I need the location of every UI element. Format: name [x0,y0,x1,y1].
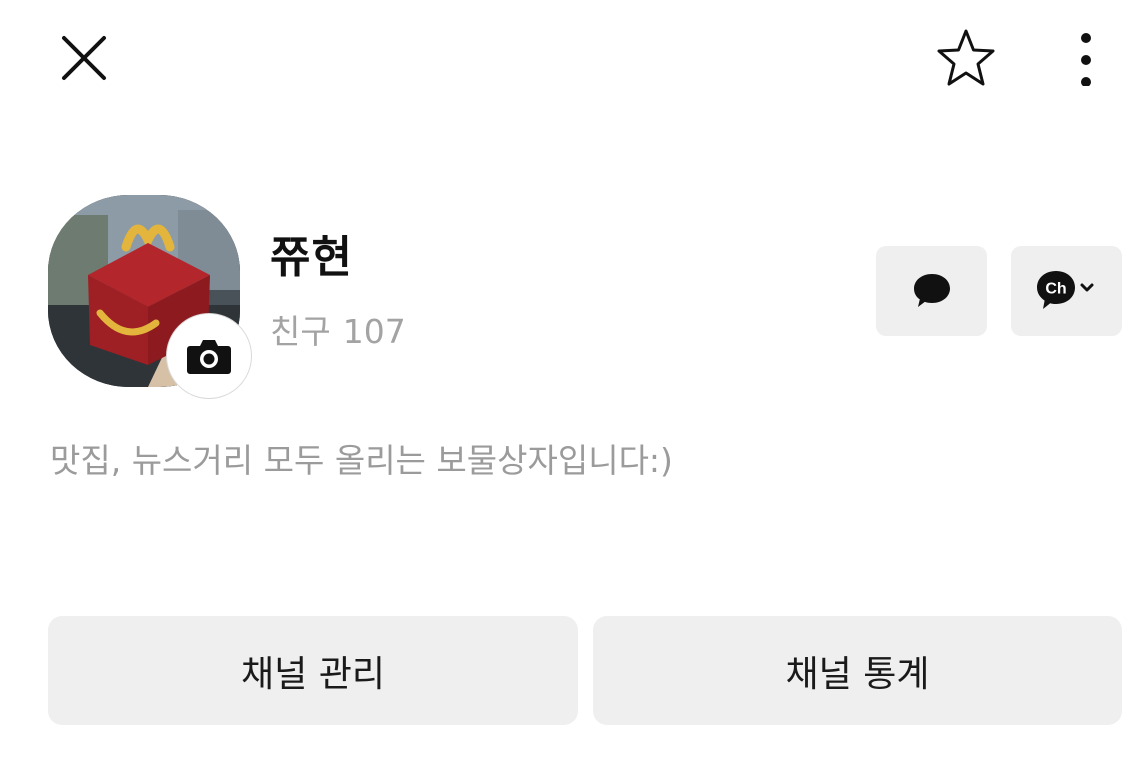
channel-manage-button[interactable]: 채널 관리 [48,616,578,725]
chat-button[interactable] [876,246,987,336]
friend-count-label: 친구 [270,312,331,351]
friend-count[interactable]: 친구 107 [270,310,418,354]
channel-button[interactable]: Ch [1011,246,1122,336]
more-vertical-icon [1081,33,1091,86]
camera-icon [187,340,231,374]
change-photo-button[interactable] [166,313,252,399]
friend-count-value: 107 [342,312,406,351]
channel-stats-button[interactable]: 채널 통계 [593,616,1122,725]
channel-ch-text: Ch [1045,281,1066,298]
channel-stats-label: 채널 통계 [785,653,930,695]
close-button[interactable] [52,26,116,90]
close-icon [62,36,106,80]
chat-bubble-icon [913,274,950,307]
profile-bio: 맛집, 뉴스거리 모두 올리는 보물상자입니다:) [50,441,673,480]
channel-manage-label: 채널 관리 [241,653,385,695]
more-options-button[interactable] [1066,26,1106,90]
channel-ch-icon: Ch [1036,271,1093,309]
star-outline-icon [937,29,995,86]
favorite-button[interactable] [930,26,1002,90]
profile-avatar-container [48,195,252,399]
profile-name: 쮸현 [270,232,353,283]
